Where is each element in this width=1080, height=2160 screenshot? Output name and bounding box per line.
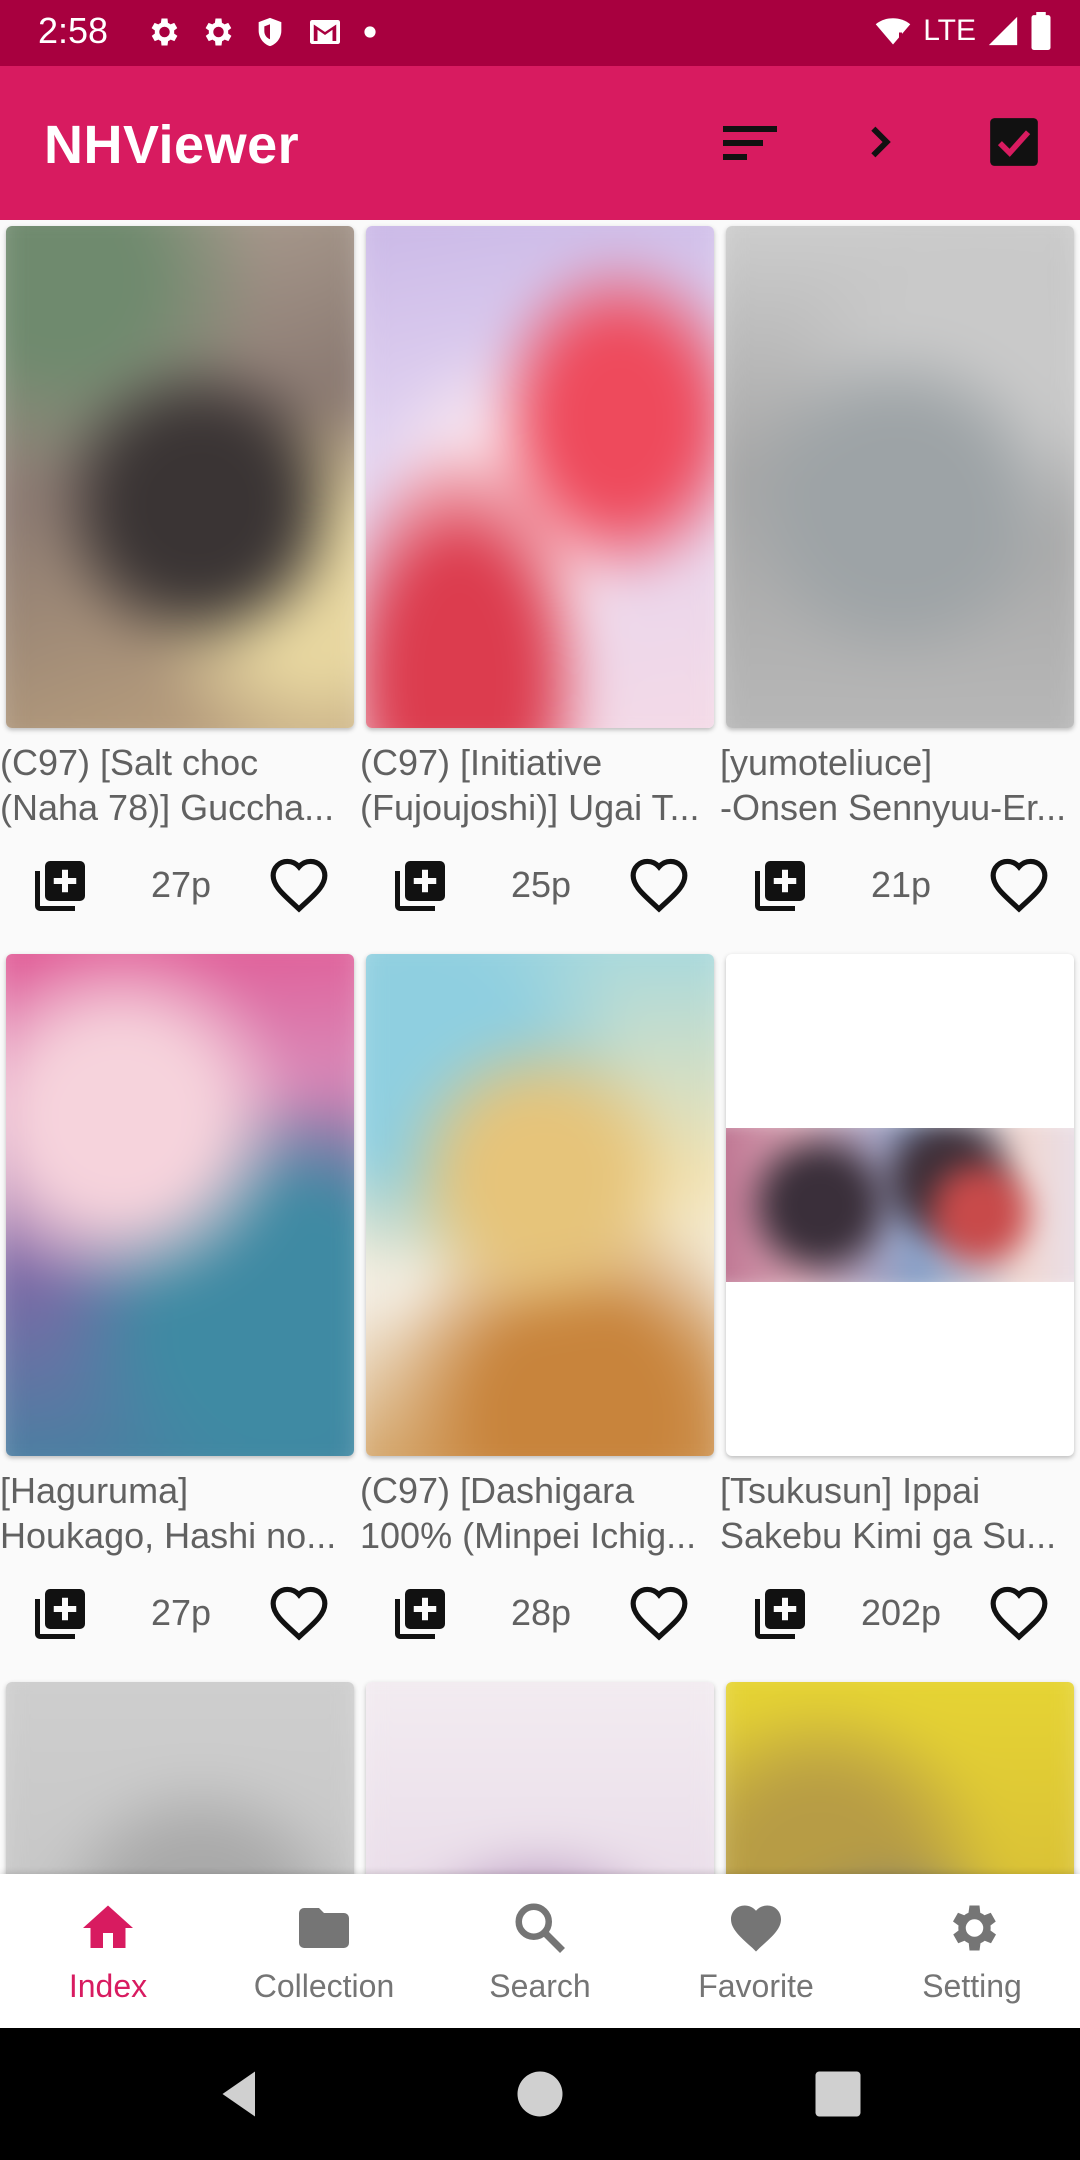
heart-outline-icon[interactable]	[268, 856, 330, 918]
heart-outline-icon[interactable]	[988, 856, 1050, 918]
gallery-grid: (C97) [Salt choc (Naha 78)] Guccha... 27…	[0, 220, 1080, 1874]
network-type: LTE	[923, 14, 976, 47]
add-to-collection-icon[interactable]	[390, 1584, 450, 1644]
recents-icon[interactable]	[808, 2064, 868, 2124]
cover-thumbnail[interactable]	[6, 1682, 354, 1874]
page-count: 28p	[510, 1592, 572, 1633]
add-to-collection-icon[interactable]	[750, 856, 810, 916]
gallery-title: [yumoteliuce] -Onsen Sennyuu-Er...	[720, 742, 1067, 828]
sort-icon	[723, 126, 777, 160]
signal-icon	[988, 16, 1018, 46]
heart-outline-icon[interactable]	[988, 1584, 1050, 1646]
checkbox-icon	[990, 118, 1038, 166]
gmail-icon	[310, 20, 340, 44]
add-to-collection-icon[interactable]	[30, 856, 90, 916]
gallery-title: (C97) [Salt choc (Naha 78)] Guccha...	[0, 742, 335, 828]
status-time: 2:58	[38, 10, 109, 51]
add-to-collection-icon[interactable]	[390, 856, 450, 916]
page-count: 25p	[510, 864, 572, 905]
page-count: 27p	[150, 1592, 212, 1633]
gear-icon	[953, 1905, 996, 1951]
nav-item-index[interactable]: Index	[0, 1874, 216, 2028]
add-to-collection-icon[interactable]	[750, 1584, 810, 1644]
gallery-title: (C97) [Initiative (Fujoujoshi)] Ugai T..…	[360, 742, 700, 828]
heart-outline-icon[interactable]	[628, 856, 690, 918]
page-count: 21p	[870, 864, 932, 905]
nav-item-search[interactable]: Search	[432, 1874, 648, 2028]
nav-item-collection[interactable]: Collection	[216, 1874, 432, 2028]
home-button-icon[interactable]	[510, 2064, 570, 2124]
gallery-title: [Hagurumа] Houkago, Hashi no...	[0, 1470, 337, 1556]
system-navigation-bar	[0, 2028, 1080, 2160]
gallery-title: (C97) [Dashigara 100% (Minpei Ichig...	[360, 1470, 697, 1556]
nav-item-favorite[interactable]: Favorite	[648, 1874, 864, 2028]
cover-thumbnail[interactable]	[726, 226, 1074, 728]
cover-thumbnail[interactable]	[6, 954, 354, 1456]
cover-thumbnail[interactable]	[366, 226, 714, 728]
heart-icon	[731, 1905, 781, 1952]
cover-thumbnail[interactable]	[726, 954, 1074, 1456]
back-icon[interactable]	[210, 2064, 270, 2124]
shield-icon	[258, 17, 282, 47]
home-icon	[83, 1905, 133, 1948]
next-page-button[interactable]	[848, 110, 912, 174]
status-bar: 2:58 LTE	[0, 0, 1080, 66]
chevron-right-icon	[871, 126, 891, 158]
settings-icon	[205, 18, 232, 46]
page-count: 27p	[150, 864, 212, 905]
app-title: NHViewer	[44, 115, 300, 175]
cover-thumbnail[interactable]	[366, 1682, 714, 1874]
cover-thumbnail[interactable]	[726, 1682, 1074, 1874]
folder-icon	[299, 1908, 349, 1948]
sort-button[interactable]	[718, 110, 782, 174]
cover-thumbnail[interactable]	[366, 954, 714, 1456]
app-bar: NHViewer	[0, 66, 1080, 220]
add-to-collection-icon[interactable]	[30, 1584, 90, 1644]
battery-icon	[1031, 12, 1051, 50]
gallery-title: [Tsukusun] Ippai Sakebu Kimi ga Su...	[720, 1470, 1057, 1556]
page-count: 202p	[860, 1592, 942, 1633]
select-mode-button[interactable]	[982, 110, 1046, 174]
wifi-icon	[875, 18, 911, 45]
nav-item-setting[interactable]: Setting	[864, 1874, 1080, 2028]
settings-icon	[151, 18, 178, 46]
cover-thumbnail[interactable]	[6, 226, 354, 728]
heart-outline-icon[interactable]	[268, 1584, 330, 1646]
heart-outline-icon[interactable]	[628, 1584, 690, 1646]
bottom-navigation: Index Collection Search Favorite Setting	[0, 1874, 1080, 2028]
dot-icon	[364, 26, 376, 38]
search-icon	[515, 1903, 565, 1953]
